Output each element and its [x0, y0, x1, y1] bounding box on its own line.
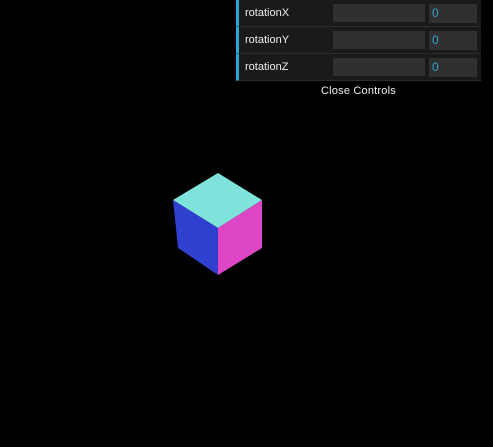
rotationx-input[interactable]	[429, 4, 477, 23]
rotationz-slider[interactable]	[333, 58, 425, 76]
controls-panel: rotationX rotationY rotationZ Close Cont…	[236, 0, 481, 101]
rotationx-slider[interactable]	[333, 4, 425, 22]
control-row-rotationy: rotationY	[236, 27, 481, 54]
rotationy-label: rotationY	[245, 34, 290, 46]
rotationy-slider[interactable]	[333, 31, 425, 49]
rotationy-input[interactable]	[429, 31, 477, 50]
rotationx-label: rotationX	[245, 7, 290, 19]
rotationz-label: rotationZ	[245, 61, 289, 73]
rotationz-input[interactable]	[429, 58, 477, 77]
control-row-rotationz: rotationZ	[236, 54, 481, 81]
control-row-rotationx: rotationX	[236, 0, 481, 27]
close-controls-button[interactable]: Close Controls	[236, 81, 481, 101]
